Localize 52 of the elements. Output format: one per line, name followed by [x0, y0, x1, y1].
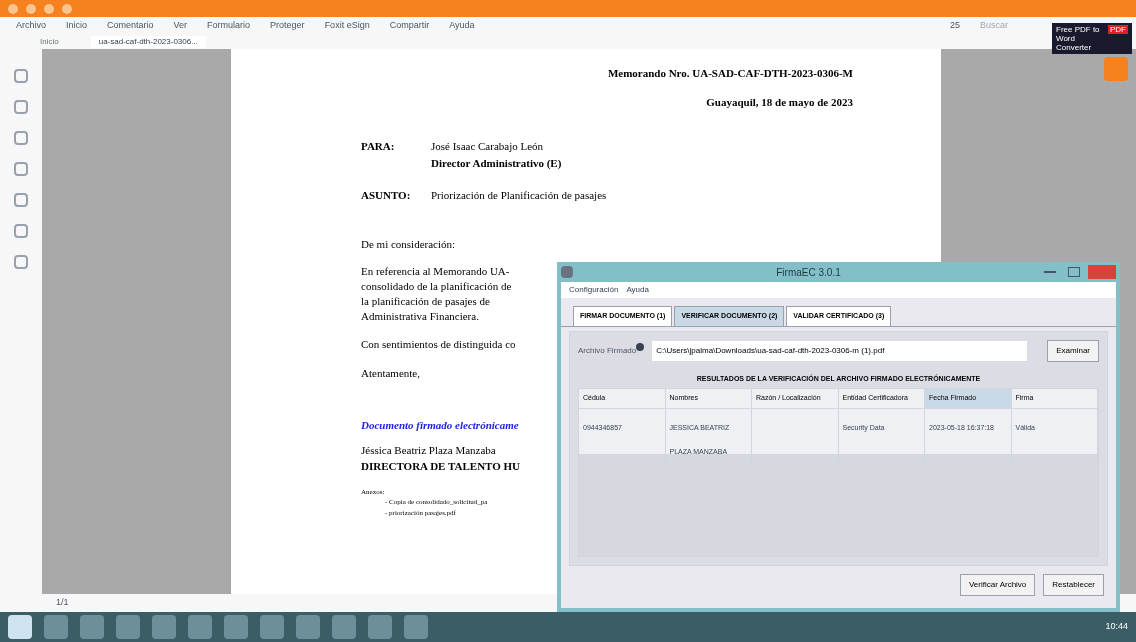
menu-item[interactable]: Foxit eSign — [324, 19, 370, 33]
info-icon — [636, 342, 645, 351]
document-tab[interactable]: ua-sad-caf-dth-2023-0306... — [90, 36, 206, 48]
quick-access-icon[interactable] — [62, 3, 72, 14]
menu-item[interactable]: Ver — [173, 19, 188, 33]
signed-note: Documento firmado electrónicame — [361, 418, 519, 433]
browse-button[interactable]: Examinar — [1047, 339, 1099, 362]
recipient-name: José Isaac Carabajo León — [431, 139, 545, 154]
body-line: Administrativa Financiera. — [361, 309, 479, 324]
memo-number: Memorando Nro. UA-SAD-CAF-DTH-2023-0306-M — [607, 66, 853, 81]
ad-banner[interactable]: Free PDF to Word Converter PDF — [1052, 23, 1132, 54]
greeting: De mi consideración: — [361, 236, 457, 252]
body-line: consolidado de la planificación de — [361, 279, 512, 294]
recipient-title: Director Administrativo (E) — [431, 155, 562, 171]
subject: Priorización de Planificación de pasajes — [431, 188, 607, 203]
subject-label: ASUNTO: — [361, 188, 412, 203]
menu-item[interactable]: Archivo — [16, 19, 46, 33]
closing: Con sentimientos de distinguida co — [361, 337, 516, 352]
quick-access-icon[interactable] — [8, 3, 18, 14]
minimize-icon[interactable] — [1044, 271, 1056, 273]
signer-name: Jéssica Beatriz Plaza Manzaba — [361, 442, 496, 458]
menu-item[interactable]: Formulario — [207, 19, 251, 33]
file-path-field[interactable]: C:\Users\jpalma\Downloads\ua-sad-caf-dth-2023-0306-m (1).pdf — [652, 340, 1028, 361]
ad-text: Free PDF to Word Converter — [1056, 25, 1101, 52]
ad-badge: PDF — [1108, 25, 1128, 34]
dialog-button[interactable]: Verificar Archivo — [959, 574, 1036, 596]
quick-access-icon[interactable] — [44, 3, 54, 14]
maximize-icon[interactable] — [1068, 267, 1080, 277]
dialog-title: FirmaEC 3.0.1 — [775, 265, 842, 280]
body-line: la planificación de pasajes de — [361, 294, 490, 309]
body-line: En referencia al Memorando UA- — [361, 264, 510, 279]
closing: Atentamente, — [361, 365, 420, 381]
quick-access-icon[interactable] — [26, 3, 36, 14]
clock: 10:44 — [1105, 620, 1128, 634]
to-label: PARA: — [361, 139, 396, 154]
zoom-value[interactable]: 25 — [950, 19, 960, 33]
page-number[interactable]: 1/1 — [56, 596, 69, 610]
dialog-menu-item[interactable]: Configuración — [569, 284, 619, 296]
file-label: Archivo Firmado — [578, 344, 637, 357]
start-icon[interactable] — [8, 615, 32, 639]
place-date: Guayaquil, 18 de mayo de 2023 — [706, 94, 853, 110]
dialog-menu-item[interactable]: Ayuda — [626, 284, 649, 296]
search-field[interactable]: Buscar — [980, 19, 1044, 33]
menu-item[interactable]: Inicio — [66, 19, 88, 33]
menu-item[interactable]: Comentario — [107, 19, 154, 33]
document-tab[interactable]: Inicio — [32, 36, 67, 48]
close-icon[interactable] — [1088, 265, 1116, 279]
signer-title: DIRECTORA DE TALENTO HU — [361, 459, 521, 474]
menu-item[interactable]: Ayuda — [449, 19, 475, 33]
menu-item[interactable]: Compartir — [389, 19, 430, 33]
dialog-button[interactable]: Restablecer — [1043, 574, 1104, 596]
menu-item[interactable]: Proteger — [270, 19, 305, 33]
